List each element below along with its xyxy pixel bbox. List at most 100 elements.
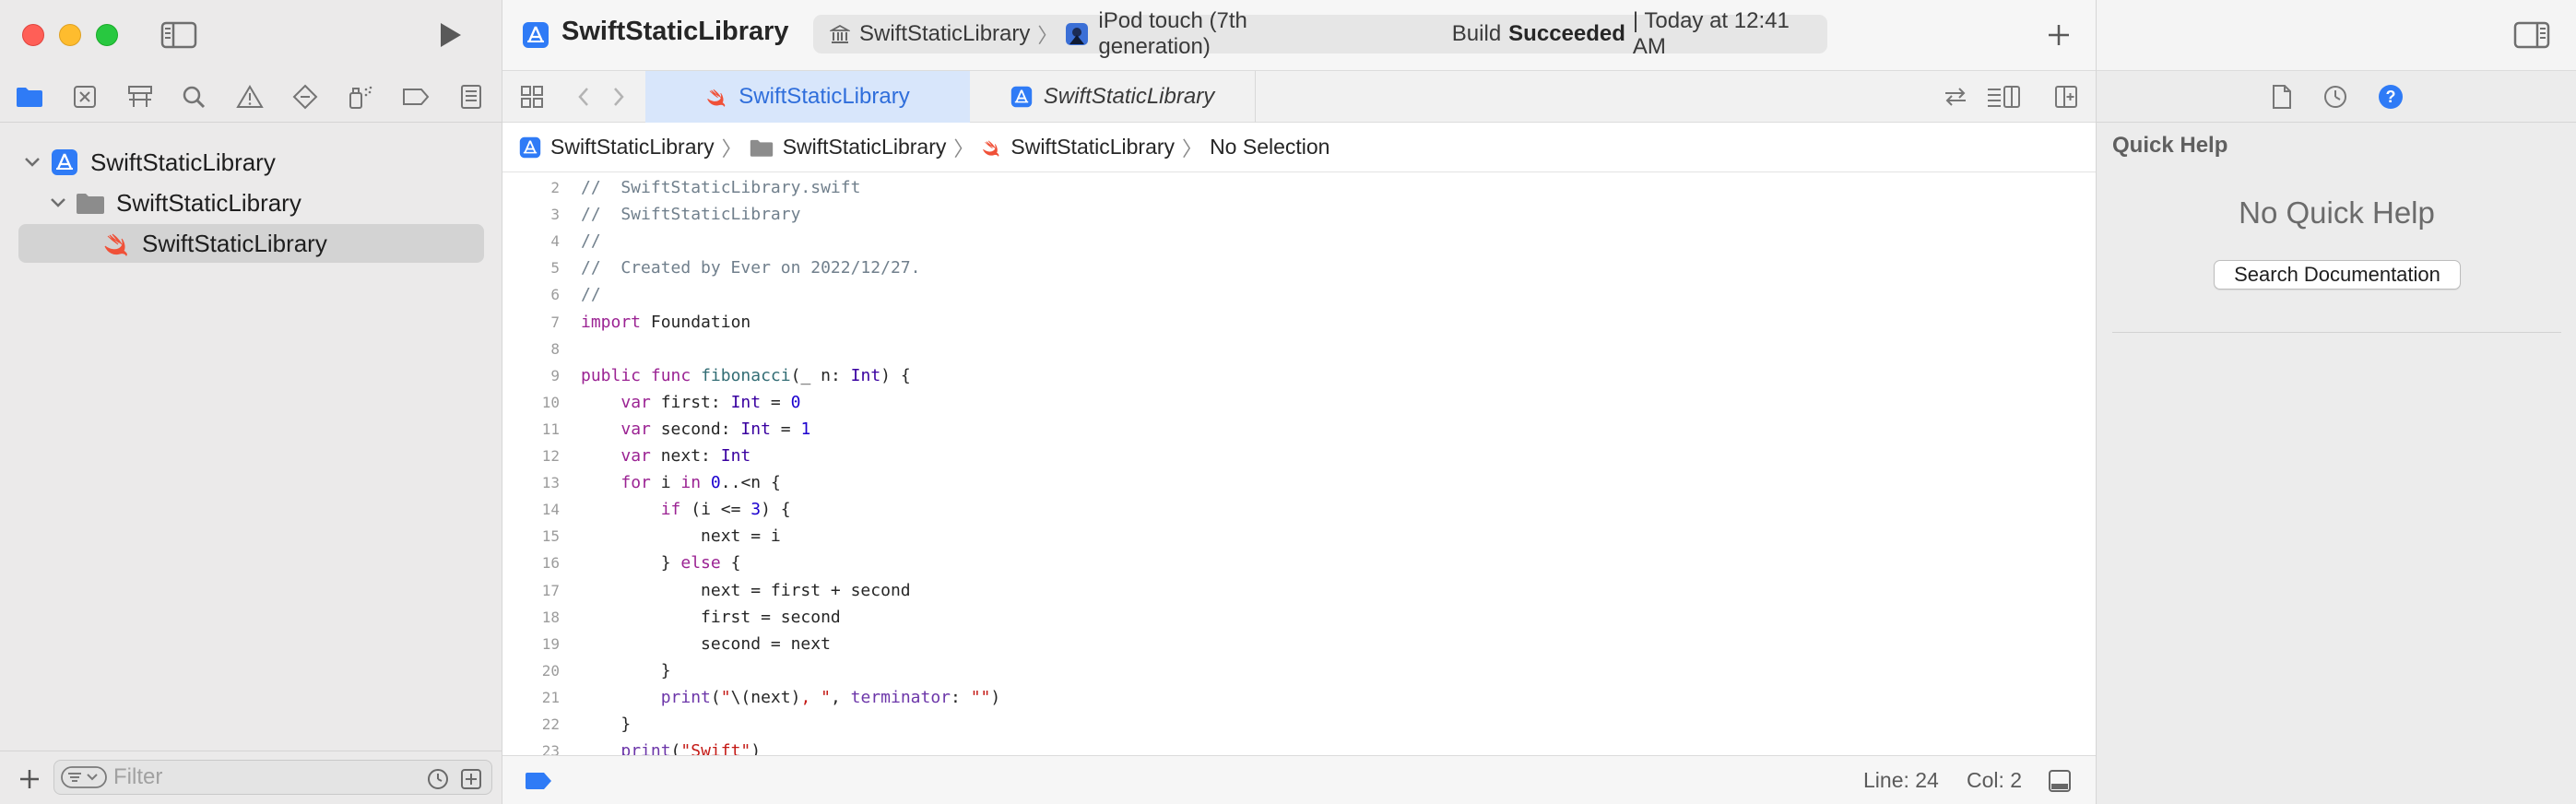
code-line[interactable]: 10 var first: Int = 0 (502, 391, 2096, 415)
window-close-button[interactable] (22, 24, 44, 46)
destination-name: iPod touch (7th generation) (1098, 8, 1247, 59)
recent-files-clock-icon[interactable] (425, 766, 451, 792)
breadcrumb: SwiftStaticLibrary 〉 SwiftStaticLibrary … (502, 123, 2096, 172)
search-documentation-button[interactable]: Search Documentation (2214, 260, 2461, 290)
chevron-right-icon: 〉 (953, 136, 975, 160)
breadcrumb-symbol[interactable]: No Selection (1210, 135, 1329, 160)
quick-help-question-icon[interactable]: ? (2374, 80, 2407, 113)
add-icon[interactable] (15, 764, 44, 794)
code-line[interactable]: 3 // SwiftStaticLibrary (502, 203, 2096, 227)
disclosure-chevron-down-icon[interactable] (20, 157, 44, 168)
window-minimize-button[interactable] (59, 24, 81, 46)
code-line[interactable]: 6 // (502, 283, 2096, 307)
find-navigator-search-icon[interactable] (175, 78, 212, 115)
window-zoom-button[interactable] (96, 24, 118, 46)
inspector-toggle-icon[interactable] (2511, 18, 2552, 52)
report-navigator-icon[interactable] (453, 78, 490, 115)
line-number: 9 (550, 366, 560, 384)
source-control-filter-icon[interactable] (458, 766, 484, 792)
tree-item-folder[interactable]: SwiftStaticLibrary (46, 183, 489, 222)
chevron-right-icon: 〉 (1037, 24, 1058, 47)
source-control-icon[interactable] (66, 78, 103, 115)
build-label: Build (1451, 21, 1502, 46)
line-number: 15 (541, 527, 560, 546)
code-text: // SwiftStaticLibrary (581, 205, 801, 225)
code-line[interactable]: 17 next = first + second (502, 579, 2096, 603)
breadcrumb-label: SwiftStaticLibrary (782, 135, 947, 159)
code-line[interactable]: 16 } else { (502, 551, 2096, 575)
activity-viewer: SwiftStaticLibrary 〉 iPod touch (7th gen… (813, 8, 1827, 59)
tab-swift-file[interactable]: SwiftStaticLibrary (645, 71, 970, 123)
code-text: for i in 0..<n { (620, 473, 781, 493)
code-text: } else { (581, 553, 741, 573)
project-icon (521, 20, 550, 50)
navigator-selector-bar (0, 71, 502, 123)
line-number: 22 (541, 715, 560, 733)
back-chevron-icon[interactable] (571, 80, 597, 113)
code-line[interactable]: 12 var next: Int (502, 444, 2096, 468)
symbol-navigator-icon[interactable] (122, 78, 159, 115)
swift-file-icon (981, 138, 1001, 157)
code-line[interactable]: 23 print("Swift") (502, 739, 2096, 755)
tree-item-label: SwiftStaticLibrary (142, 229, 327, 257)
related-items-grid-icon[interactable] (515, 80, 549, 113)
build-status: Build Succeeded | Today at 12:41 AM (1452, 8, 1827, 60)
line-number: 17 (541, 581, 560, 599)
forward-chevron-icon[interactable] (606, 80, 632, 113)
editor-options-icon[interactable] (1983, 80, 2024, 113)
debug-navigator-spray-icon[interactable] (342, 78, 379, 115)
run-icon[interactable] (430, 17, 470, 53)
disclosure-chevron-down-icon[interactable] (46, 197, 70, 208)
scheme-name: SwiftStaticLibrary (859, 21, 1031, 46)
history-inspector-clock-icon[interactable] (2319, 80, 2352, 113)
code-line[interactable]: 22 } (502, 713, 2096, 737)
filter-options-icon[interactable] (60, 765, 108, 789)
tab-label: SwiftStaticLibrary (739, 84, 910, 109)
swift-file-icon (101, 229, 131, 258)
source-editor[interactable]: 2 // SwiftStaticLibrary.swift 3 // SwiftSta… (502, 174, 2096, 755)
issue-navigator-warning-icon[interactable] (231, 78, 268, 115)
tree-item-swift-file[interactable]: SwiftStaticLibrary (18, 224, 484, 263)
tree-item-project[interactable]: SwiftStaticLibrary (20, 143, 481, 182)
code-line[interactable]: 21 print("\(next), ", terminator: "") (502, 686, 2096, 710)
destination-selector[interactable]: iPod touch (7th generation) (1065, 8, 1365, 60)
file-inspector-doc-icon[interactable] (2265, 80, 2298, 113)
quick-help-empty-message: No Quick Help (2239, 195, 2435, 230)
breadcrumb-folder[interactable]: SwiftStaticLibrary (750, 135, 947, 160)
code-line[interactable]: 13 for i in 0..<n { (502, 471, 2096, 495)
code-line[interactable]: 19 second = next (502, 633, 2096, 656)
breadcrumb-project[interactable]: SwiftStaticLibrary (519, 135, 715, 160)
scheme-selector[interactable]: SwiftStaticLibrary (830, 21, 1030, 47)
code-line[interactable]: 20 } (502, 659, 2096, 683)
test-navigator-diamond-icon[interactable] (287, 78, 324, 115)
inspector-toolbar (2097, 0, 2576, 71)
divider (2112, 332, 2561, 333)
code-line[interactable]: 15 next = i (502, 525, 2096, 549)
filter-input[interactable] (112, 764, 416, 790)
svg-text:?: ? (2386, 88, 2396, 106)
code-line[interactable]: 5 // Created by Ever on 2022/12/27. (502, 256, 2096, 280)
line-number: 16 (541, 554, 560, 573)
code-line[interactable]: 2 // SwiftStaticLibrary.swift (502, 176, 2096, 200)
project-navigator-folder-icon[interactable] (11, 78, 48, 115)
code-line[interactable]: 4 // (502, 230, 2096, 254)
code-line[interactable]: 7 import Foundation (502, 311, 2096, 335)
breakpoints-toggle-icon[interactable] (523, 770, 554, 792)
breadcrumb-file[interactable]: SwiftStaticLibrary (981, 135, 1175, 160)
line-number: 19 (541, 634, 560, 653)
library-add-icon[interactable] (2042, 18, 2075, 52)
code-line[interactable]: 14 if (i <= 3) { (502, 498, 2096, 522)
split-editor-icon[interactable] (2050, 80, 2083, 113)
code-line[interactable]: 9 public func fibonacci(_ n: Int) { (502, 364, 2096, 388)
code-text: next = first + second (581, 580, 911, 600)
code-text: // (581, 285, 601, 305)
code-review-swap-icon[interactable] (1939, 80, 1972, 113)
breakpoint-navigator-icon[interactable] (397, 78, 434, 115)
debug-area-toggle-icon[interactable] (2044, 765, 2075, 797)
tab-project[interactable]: SwiftStaticLibrary (970, 71, 1256, 123)
code-line[interactable]: 18 first = second (502, 606, 2096, 630)
sidebar-toggle-icon[interactable] (159, 18, 199, 52)
code-line[interactable]: 11 var second: Int = 1 (502, 418, 2096, 442)
code-text: first = second (581, 607, 841, 627)
code-line[interactable]: 8 (502, 337, 2096, 361)
